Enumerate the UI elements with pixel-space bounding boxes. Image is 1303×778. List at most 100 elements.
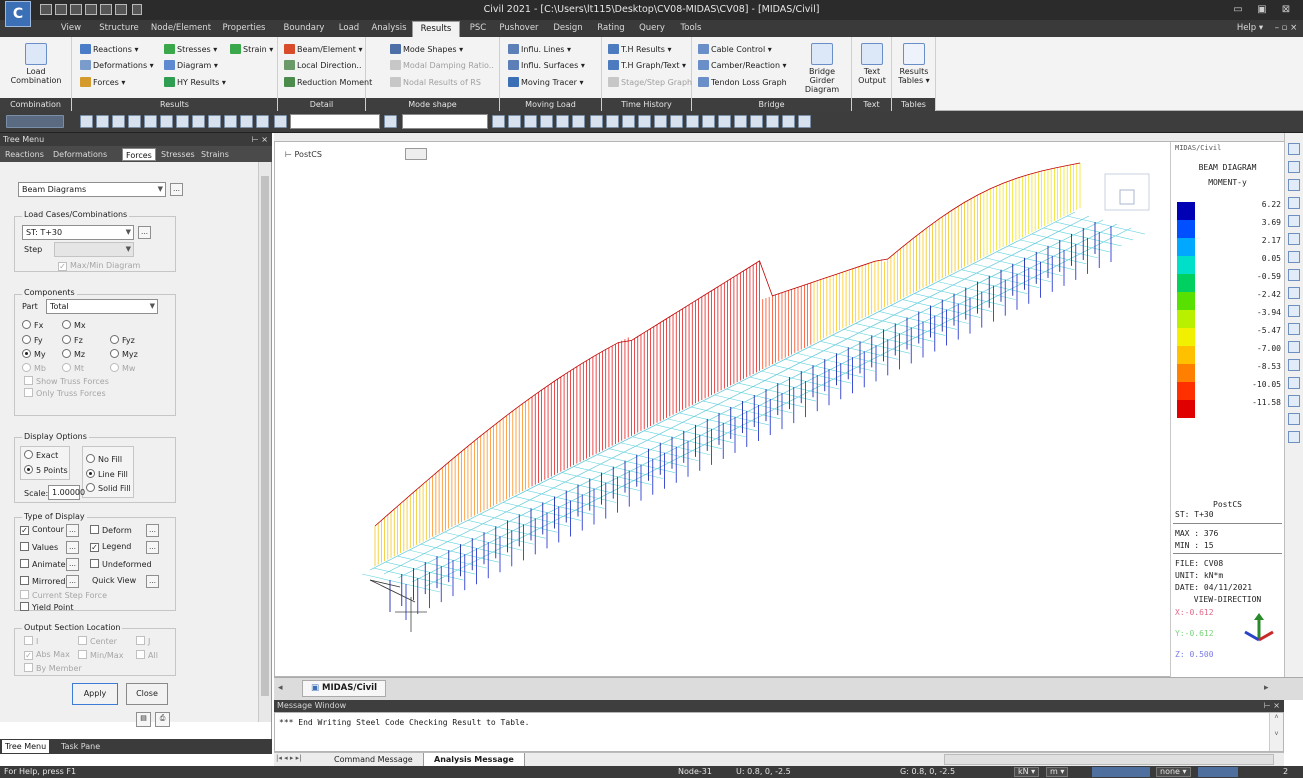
tree-scrollbar[interactable] bbox=[258, 162, 271, 722]
contour-options-button[interactable]: … bbox=[66, 524, 79, 537]
mirrored-check[interactable]: Mirrored bbox=[20, 576, 65, 586]
iso-view-icon[interactable] bbox=[686, 115, 699, 128]
model-view[interactable]: ⊢ PostCS MIDAS/Civil BEAM DIAGRAM MOMENT… bbox=[274, 141, 1284, 677]
message-tab-nav-icon[interactable]: |◂ ◂ ▸ ▸| bbox=[276, 754, 301, 762]
print-settings-icon[interactable]: ⎙ bbox=[155, 712, 170, 727]
influ-lines-button[interactable]: Influ. Lines ▾ bbox=[508, 42, 571, 57]
bottom-view-icon[interactable] bbox=[1288, 395, 1300, 407]
undeformed-check[interactable]: Undeformed bbox=[90, 559, 152, 569]
dynamic-view-icon[interactable] bbox=[1288, 233, 1300, 245]
moving-tracer-button[interactable]: Moving Tracer ▾ bbox=[508, 75, 584, 90]
radio-mt[interactable]: Mt bbox=[62, 363, 84, 373]
restore-button[interactable]: ▣ bbox=[1251, 2, 1273, 18]
close-button[interactable]: ⊠ bbox=[1275, 2, 1297, 18]
osl-absmax-check[interactable]: ✓ Abs Max bbox=[24, 650, 70, 660]
yield-point-check[interactable]: Yield Point bbox=[20, 602, 73, 612]
message-window[interactable]: *** End Writing Steel Code Checking Resu… bbox=[274, 712, 1284, 752]
menu-analysis[interactable]: Analysis bbox=[368, 20, 410, 37]
iso-view-icon[interactable] bbox=[1288, 305, 1300, 317]
select-intersect-icon[interactable] bbox=[128, 115, 141, 128]
deformations-button[interactable]: Deformations ▾ bbox=[80, 58, 154, 73]
radio-mz[interactable]: Mz bbox=[62, 349, 85, 359]
tab-strains[interactable]: Strains bbox=[198, 148, 232, 161]
menu-structure[interactable]: Structure bbox=[92, 20, 146, 37]
radio-line-fill[interactable]: Line Fill bbox=[86, 469, 128, 479]
render-view-icon[interactable] bbox=[1288, 431, 1300, 443]
influ-surfaces-button[interactable]: Influ. Surfaces ▾ bbox=[508, 58, 585, 73]
zoom-fit-icon[interactable] bbox=[1288, 143, 1300, 155]
step-select[interactable]: ▼ bbox=[54, 242, 134, 257]
right-view-icon[interactable] bbox=[1288, 359, 1300, 371]
diagram-type-select[interactable]: Beam Diagrams ▼ bbox=[18, 182, 166, 197]
menu-pushover[interactable]: Pushover bbox=[494, 20, 544, 37]
menu-psc[interactable]: PSC bbox=[464, 20, 492, 37]
activate-icon[interactable] bbox=[492, 115, 505, 128]
select-identity-icon[interactable] bbox=[224, 115, 237, 128]
pan-icon[interactable] bbox=[654, 115, 667, 128]
rotate-right-icon[interactable] bbox=[1288, 287, 1300, 299]
maxmin-diagram-check[interactable]: ✓ Max/Min Diagram bbox=[58, 261, 140, 271]
radio-fy[interactable]: Fy bbox=[22, 335, 43, 345]
menu-design[interactable]: Design bbox=[548, 20, 588, 37]
radio-mw[interactable]: Mw bbox=[110, 363, 135, 373]
bridge-girder-diagram-button[interactable]: Bridge Girder Diagram bbox=[796, 43, 848, 94]
top-view-icon[interactable] bbox=[702, 115, 715, 128]
osl-bymember-check[interactable]: By Member bbox=[24, 663, 82, 673]
load-case-options-button[interactable]: … bbox=[138, 226, 151, 239]
osl-minmax-check[interactable]: Min/Max bbox=[78, 650, 123, 660]
select-icon[interactable] bbox=[80, 115, 93, 128]
forces-button[interactable]: Forces ▾ bbox=[80, 75, 125, 90]
zoom-in-icon[interactable] bbox=[622, 115, 635, 128]
diagram-options-button[interactable]: … bbox=[170, 183, 183, 196]
select-by-combo[interactable] bbox=[290, 114, 380, 129]
menu-properties[interactable]: Properties bbox=[216, 20, 272, 37]
tab-deformations[interactable]: Deformations bbox=[50, 148, 110, 161]
left-view-icon[interactable] bbox=[1288, 377, 1300, 389]
hidden-line-icon[interactable] bbox=[1288, 413, 1300, 425]
menu-rating[interactable]: Rating bbox=[592, 20, 630, 37]
filter-combo[interactable] bbox=[402, 114, 488, 129]
shrink-icon[interactable] bbox=[766, 115, 779, 128]
select-window-icon[interactable] bbox=[96, 115, 109, 128]
radio-myz[interactable]: Myz bbox=[110, 349, 138, 359]
th-graph-button[interactable]: T.H Graph/Text ▾ bbox=[608, 58, 686, 73]
tendon-loss-graph-button[interactable]: Tendon Loss Graph bbox=[698, 75, 787, 90]
perspective-icon[interactable] bbox=[798, 115, 811, 128]
th-results-button[interactable]: T.H Results ▾ bbox=[608, 42, 672, 57]
zoom-out-icon[interactable] bbox=[1288, 197, 1300, 209]
select-node-icon[interactable] bbox=[240, 115, 253, 128]
reduction-moment-button[interactable]: Reduction Moment bbox=[284, 75, 372, 90]
animate-options-button[interactable]: … bbox=[66, 558, 79, 571]
tab-forces[interactable]: Forces bbox=[122, 148, 156, 161]
only-truss-forces-check[interactable]: Only Truss Forces bbox=[24, 388, 106, 398]
top-view-icon[interactable] bbox=[1288, 323, 1300, 335]
active-identity-icon[interactable] bbox=[556, 115, 569, 128]
menu-view[interactable]: View bbox=[52, 20, 90, 37]
inactivate-icon[interactable] bbox=[508, 115, 521, 128]
render-icon[interactable] bbox=[782, 115, 795, 128]
menu-boundary[interactable]: Boundary bbox=[278, 20, 330, 37]
navigation-cube-icon[interactable] bbox=[1104, 173, 1150, 211]
stresses-button[interactable]: Stresses ▾ bbox=[164, 42, 217, 57]
force-unit-select[interactable]: kN ▾ bbox=[1014, 767, 1040, 777]
radio-5-points[interactable]: 5 Points bbox=[24, 465, 68, 475]
zoom-out-icon[interactable] bbox=[638, 115, 651, 128]
deform-options-button[interactable]: … bbox=[146, 524, 159, 537]
menu-node-element[interactable]: Node/Element bbox=[148, 20, 214, 37]
zoom-window-icon[interactable] bbox=[1288, 161, 1300, 173]
select-all-icon[interactable] bbox=[176, 115, 189, 128]
menu-tools[interactable]: Tools bbox=[674, 20, 708, 37]
active-previous-icon[interactable] bbox=[572, 115, 585, 128]
text-output-button[interactable]: Text Output bbox=[856, 43, 888, 85]
stage-step-graph-button[interactable]: Stage/Step Graph bbox=[608, 75, 692, 90]
rotate-icon[interactable] bbox=[670, 115, 683, 128]
legend-options-button[interactable]: … bbox=[146, 541, 159, 554]
side-view-icon[interactable] bbox=[734, 115, 747, 128]
osl-j-check[interactable]: J bbox=[136, 636, 150, 646]
contour-check[interactable]: ✓ Contour bbox=[20, 525, 64, 535]
tab-reactions[interactable]: Reactions bbox=[2, 148, 47, 161]
nodal-results-rs-button[interactable]: Nodal Results of RS bbox=[390, 75, 481, 90]
radio-fz[interactable]: Fz bbox=[62, 335, 83, 345]
tab-tree-menu[interactable]: Tree Menu bbox=[2, 740, 50, 753]
radio-mb[interactable]: Mb bbox=[22, 363, 46, 373]
